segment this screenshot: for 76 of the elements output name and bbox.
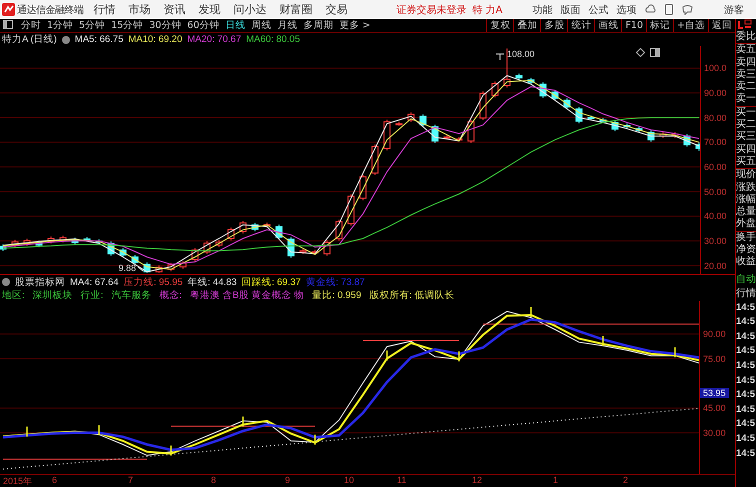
- indicator-axis-label: 90.00: [703, 328, 726, 339]
- trade-time: 14:5: [736, 344, 756, 358]
- quote-field-label: 涨跌: [736, 182, 756, 194]
- quote-field-label: 总量: [736, 206, 756, 218]
- quote-field-label: 买四: [736, 144, 756, 156]
- trade-time: 14:5: [736, 330, 756, 344]
- trade-time: 14:5: [736, 315, 756, 330]
- price-axis-label: 100.0: [704, 63, 727, 74]
- indicator-axis-label: 45.00: [703, 403, 726, 414]
- trade-time: 14:5: [736, 446, 756, 461]
- current-value-label: 53.95: [700, 388, 729, 398]
- date-axis-label: 10: [344, 475, 354, 485]
- price-axis-label: 80.00: [704, 112, 727, 123]
- indicator-value: 黄金线: 73.87: [306, 276, 365, 288]
- date-axis-label: 2: [623, 475, 628, 485]
- quote-field-label: 卖五: [736, 43, 756, 57]
- trade-time: 14:5: [736, 432, 756, 446]
- stock-name: 特 力A: [472, 4, 503, 16]
- price-label: 9.88: [118, 263, 136, 273]
- moving-average-value: MA10: 69.20: [128, 34, 182, 45]
- price-axis-label: 60.00: [704, 162, 727, 172]
- date-axis-label: 8: [211, 475, 216, 485]
- quote-field-label: 卖三: [736, 68, 756, 80]
- date-axis-label: 11: [397, 475, 406, 485]
- indicator-value: 年线: 44.83: [188, 276, 237, 288]
- quote-field-label: 买三: [736, 131, 756, 144]
- trade-time: 14:5: [736, 374, 756, 388]
- stock-info-text: 汽车服务: [111, 288, 152, 302]
- moving-average-value: MA20: 70.67: [187, 34, 242, 45]
- trade-time: 14:5: [736, 417, 756, 432]
- trade-time: 14:5: [736, 300, 756, 315]
- app-title: 通达信金融终端: [17, 4, 84, 16]
- quote-field-label: 委比: [736, 31, 756, 44]
- quote-field-label: 收益: [736, 256, 756, 269]
- date-axis-label: 12: [472, 475, 482, 485]
- indicator-value: 压力线: 95.95: [124, 276, 183, 288]
- quote-field-label: 卖二: [736, 81, 756, 92]
- price-axis-label: 50.00: [704, 186, 727, 197]
- indicator-value: MA4: 67.64: [70, 276, 119, 288]
- quote-field-label: 买二: [736, 119, 756, 131]
- moving-average-value: MA5: 66.75: [74, 34, 124, 45]
- stock-info-text: 粤港澳 含B股 黄金概念 物: [190, 288, 304, 302]
- trade-time: 14:5: [736, 402, 756, 417]
- price-axis-label: 30.00: [704, 236, 727, 246]
- indicator-axis-label: 30.00: [703, 428, 726, 438]
- quote-field-label: 换手: [736, 230, 756, 244]
- price-axis-label: 40.00: [704, 211, 727, 222]
- quote-field-label: 买一: [736, 106, 756, 120]
- stock-info-text: 地区:: [2, 288, 25, 302]
- date-axis-label: 1: [553, 475, 558, 485]
- price-label: 108.00: [507, 49, 535, 59]
- quote-field-label: 卖一: [736, 93, 756, 106]
- quote-field-label: 净资: [736, 244, 756, 256]
- quote-field-label: 卖四: [736, 56, 756, 68]
- price-axis-label: 90.00: [704, 88, 727, 98]
- stock-info-text: 版权所有: 低调队长: [369, 288, 455, 302]
- date-axis-label: 9: [285, 475, 290, 485]
- stock-info-text: 深圳板块: [32, 288, 73, 302]
- quote-field-label: 现价: [736, 168, 756, 182]
- price-axis-label: 20.00: [704, 260, 727, 271]
- quote-field-label: 外盘: [736, 218, 756, 231]
- date-axis-label: 6: [52, 475, 58, 485]
- stock-info-text: 概念:: [159, 288, 182, 302]
- indicator-value: 回踩线: 69.37: [242, 276, 301, 288]
- stock-info-text: 行业:: [80, 288, 104, 302]
- date-axis-label: 2015年: [3, 475, 32, 487]
- trade-time: 14:5: [736, 359, 756, 374]
- trade-time: 14:5: [736, 388, 756, 402]
- quote-field-label: 买五: [736, 156, 756, 168]
- date-axis-label: 7: [128, 475, 134, 485]
- stock-info-text: 量比: 0.959: [312, 288, 362, 302]
- chart-title: 特力A (日线): [2, 33, 57, 46]
- indicator-axis-label: 75.00: [703, 354, 726, 364]
- moving-average-value: MA60: 80.05: [246, 34, 300, 45]
- price-axis-label: 70.00: [704, 137, 727, 148]
- quote-field-label: 涨幅: [736, 194, 756, 206]
